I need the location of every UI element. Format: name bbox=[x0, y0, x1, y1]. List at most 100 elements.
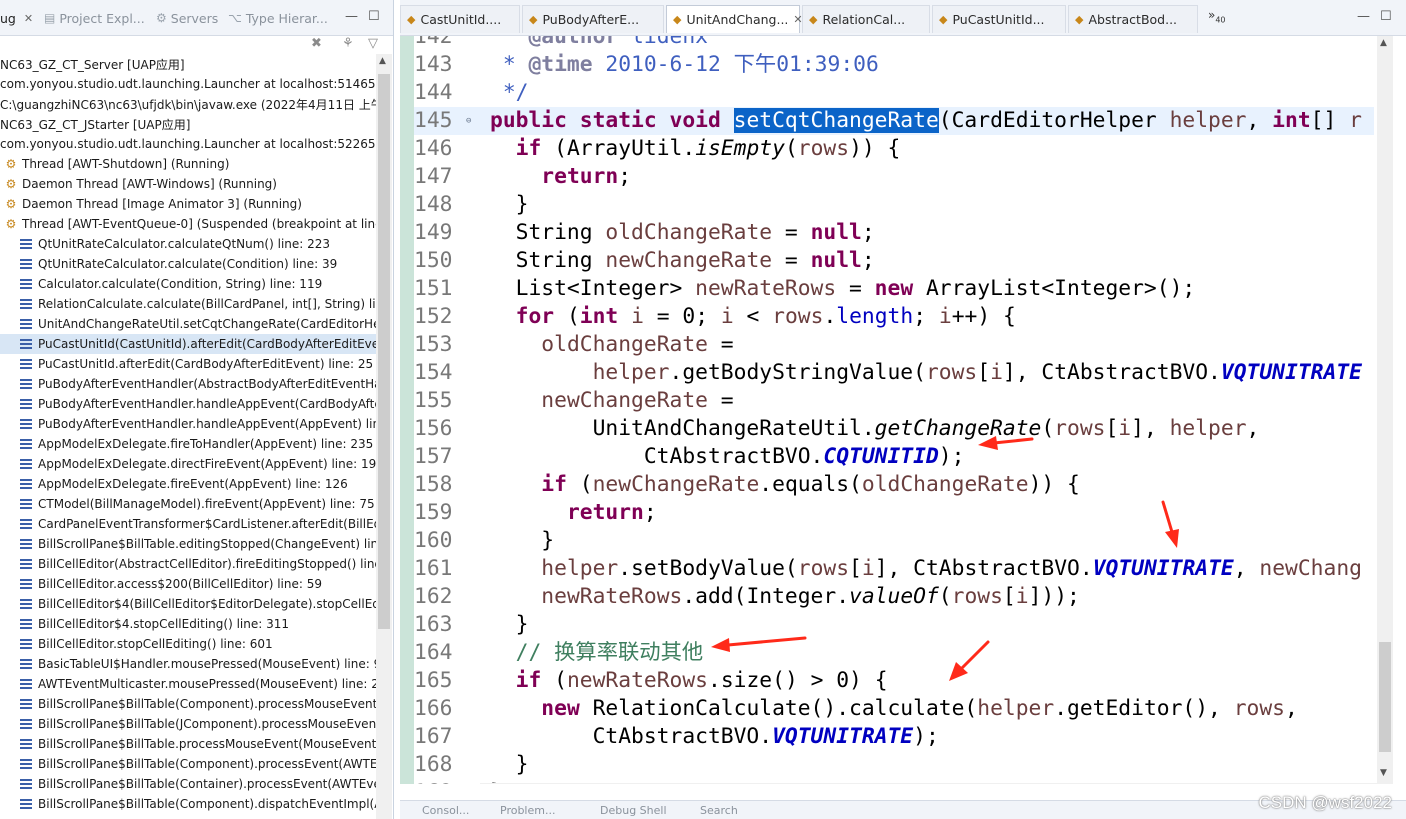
stack-frame-row[interactable]: PuBodyAfterEventHandler(AbstractBodyAfte… bbox=[0, 374, 376, 394]
code-line[interactable]: 152 for (int i = 0; i < rows.length; i++… bbox=[414, 303, 1374, 331]
tab-project-explorer[interactable]: ▤ Project Expl... bbox=[44, 8, 145, 28]
code-line[interactable]: 163 } bbox=[414, 611, 1374, 639]
stack-frame-row[interactable]: AWTEventMulticaster.mousePressed(MouseEv… bbox=[0, 674, 376, 694]
tree-item[interactable]: NC63_GZ_CT_Server [UAP应用] bbox=[0, 54, 376, 74]
code-line[interactable]: 161 helper.setBodyValue(rows[i], CtAbstr… bbox=[414, 555, 1374, 583]
fold-collapse-icon[interactable]: ⊖ bbox=[466, 107, 471, 135]
code-line[interactable]: 144 */ bbox=[414, 79, 1374, 107]
code-line[interactable]: 157 CtAbstractBVO.CQTUNITID); bbox=[414, 443, 1374, 471]
stack-frame-row[interactable]: CardPanelEventTransformer$CardListener.a… bbox=[0, 514, 376, 534]
stack-frame-row[interactable]: BillScrollPane$BillTable(Component).proc… bbox=[0, 754, 376, 774]
minimize-icon[interactable]: — bbox=[1357, 9, 1370, 24]
more-tabs-button[interactable]: »40 bbox=[1208, 8, 1226, 24]
scroll-thumb[interactable] bbox=[378, 74, 390, 629]
code-line[interactable]: 159 return; bbox=[414, 499, 1374, 527]
stack-frame-row[interactable]: BillScrollPane$BillTable(Container).proc… bbox=[0, 774, 376, 794]
view-menu-chevron-down-icon[interactable]: ▽ bbox=[368, 36, 378, 51]
code-line[interactable]: 151 List<Integer> newRateRows = new Arra… bbox=[414, 275, 1374, 303]
stack-frame-row[interactable]: BillCellEditor.stopCellEditing() line: 6… bbox=[0, 634, 376, 654]
code-line[interactable]: 154 helper.getBodyStringValue(rows[i], C… bbox=[414, 359, 1374, 387]
stack-frame-row[interactable]: AppModelExDelegate.fireEvent(AppEvent) l… bbox=[0, 474, 376, 494]
editor-tab[interactable]: ◆ UnitAndChang... ✕ bbox=[666, 5, 803, 33]
stack-frame-row[interactable]: QtUnitRateCalculator.calculateQtNum() li… bbox=[0, 234, 376, 254]
code-line[interactable]: 158 if (newChangeRate.equals(oldChangeRa… bbox=[414, 471, 1374, 499]
code-content: String newChangeRate = null; bbox=[478, 248, 875, 273]
stack-frame-row[interactable]: BillCellEditor(AbstractCellEditor).fireE… bbox=[0, 554, 376, 574]
code-line[interactable]: 160 } bbox=[414, 527, 1374, 555]
stack-frame-row[interactable]: PuCastUnitId(CastUnitId).afterEdit(CardB… bbox=[0, 334, 376, 354]
bottom-tab[interactable]: Consol... bbox=[422, 804, 469, 817]
tree-item[interactable]: ⚙ Daemon Thread [Image Animator 3] (Runni… bbox=[0, 194, 376, 214]
tree-item[interactable]: ⚙ Thread [AWT-Shutdown] (Running) bbox=[0, 154, 376, 174]
code-line[interactable]: 149 String oldChangeRate = null; bbox=[414, 219, 1374, 247]
tree-item[interactable]: NC63_GZ_CT_JStarter [UAP应用] bbox=[0, 114, 376, 134]
code-line[interactable]: 162 newRateRows.add(Integer.valueOf(rows… bbox=[414, 583, 1374, 611]
remove-terminated-icon[interactable]: ✖ bbox=[311, 36, 322, 51]
code-line[interactable]: 168 } bbox=[414, 751, 1374, 779]
code-line[interactable]: 156 UnitAndChangeRateUtil.getChangeRate(… bbox=[414, 415, 1374, 443]
tab-debug[interactable]: ug ✕ bbox=[0, 8, 33, 28]
close-icon[interactable]: ✕ bbox=[24, 12, 33, 25]
stack-frame-row[interactable]: BillScrollPane$BillTable(Component).disp… bbox=[0, 794, 376, 814]
stack-frame-row[interactable]: CTModel(BillManageModel).fireEvent(AppEv… bbox=[0, 494, 376, 514]
stack-frame-row[interactable]: QtUnitRateCalculator.calculate(Condition… bbox=[0, 254, 376, 274]
stack-frame-row[interactable]: BillScrollPane$BillTable(Component).proc… bbox=[0, 694, 376, 714]
overview-ruler[interactable] bbox=[1393, 36, 1406, 784]
stack-frame-row[interactable]: BillScrollPane$BillTable.editingStopped(… bbox=[0, 534, 376, 554]
stack-frame-row[interactable]: PuBodyAfterEventHandler.handleAppEvent(C… bbox=[0, 394, 376, 414]
tab-servers[interactable]: ⚙ Servers bbox=[156, 8, 218, 28]
stack-frame-row[interactable]: UnitAndChangeRateUtil.setCqtChangeRate(C… bbox=[0, 314, 376, 334]
tree-item[interactable]: ⚙ Thread [AWT-EventQueue-0] (Suspended (b… bbox=[0, 214, 376, 234]
stack-frame-row[interactable]: PuCastUnitId.afterEdit(CardBodyAfterEdit… bbox=[0, 354, 376, 374]
editor-tab[interactable]: ◆ RelationCal... bbox=[802, 5, 930, 33]
editor-tab[interactable]: ◆ PuCastUnitId... bbox=[932, 5, 1066, 33]
scroll-down-icon[interactable]: ▼ bbox=[1380, 768, 1387, 778]
tree-item[interactable]: ⚙ Daemon Thread [AWT-Windows] (Running) bbox=[0, 174, 376, 194]
editor-horizontal-scrollbar[interactable] bbox=[480, 783, 1378, 784]
stack-frame-row[interactable]: PuBodyAfterEventHandler.handleAppEvent(A… bbox=[0, 414, 376, 434]
tab-type-hierarchy[interactable]: ⌥ Type Hierar... bbox=[228, 8, 328, 28]
bottom-tab[interactable]: Problem... bbox=[500, 804, 555, 817]
editor-vertical-scrollbar[interactable]: ▲ ▼ bbox=[1377, 36, 1393, 784]
code-line[interactable]: 146 if (ArrayUtil.isEmpty(rows)) { bbox=[414, 135, 1374, 163]
bottom-tab[interactable]: Debug Shell bbox=[600, 804, 667, 817]
minimize-icon[interactable]: — bbox=[345, 9, 358, 24]
debug-tree-scrollbar[interactable]: ▲ bbox=[376, 54, 392, 819]
stack-frame-row[interactable]: RelationCalculate.calculate(BillCardPane… bbox=[0, 294, 376, 314]
code-line[interactable]: 155 newChangeRate = bbox=[414, 387, 1374, 415]
code-line[interactable]: 145 ⊖ public static void setCqtChangeRate(… bbox=[414, 107, 1374, 135]
filter-icon[interactable]: ⚘ bbox=[342, 36, 354, 51]
stack-frame-row[interactable]: BasicTableUI$Handler.mousePressed(MouseE… bbox=[0, 654, 376, 674]
tree-item[interactable]: com.yonyou.studio.udt.launching.Launcher… bbox=[0, 134, 376, 154]
stack-frame-row[interactable]: BillCellEditor$4.stopCellEditing() line:… bbox=[0, 614, 376, 634]
stack-frame-row[interactable]: BillScrollPane$BillTable(JComponent).pro… bbox=[0, 714, 376, 734]
tree-item[interactable]: com.yonyou.studio.udt.launching.Launcher… bbox=[0, 74, 376, 94]
editor-tab[interactable]: ◆ CastUnitId.... bbox=[400, 5, 520, 33]
editor-tab[interactable]: ◆ PuBodyAfterE... bbox=[522, 5, 664, 33]
stack-frame-row[interactable]: BillScrollPane$BillTable.processMouseEve… bbox=[0, 734, 376, 754]
code-line[interactable]: 166 new RelationCalculate().calculate(he… bbox=[414, 695, 1374, 723]
stack-frame-row[interactable]: BillCellEditor$4(BillCellEditor$EditorDe… bbox=[0, 594, 376, 614]
editor-tab[interactable]: ◆ AbstractBod... bbox=[1068, 5, 1198, 33]
code-line[interactable]: 143 * @time 2010-6-12 下午01:39:06 bbox=[414, 51, 1374, 79]
bottom-tab[interactable]: Search bbox=[700, 804, 738, 817]
scroll-thumb[interactable] bbox=[1379, 642, 1391, 752]
code-line[interactable]: 142 @author lidenx bbox=[414, 36, 1374, 51]
code-line[interactable]: 147 return; bbox=[414, 163, 1374, 191]
code-line[interactable]: 165 if (newRateRows.size() > 0) { bbox=[414, 667, 1374, 695]
code-line[interactable]: 164 // 换算率联动其他 bbox=[414, 639, 1374, 667]
stack-frame-row[interactable]: BillCellEditor.access$200(BillCellEditor… bbox=[0, 574, 376, 594]
stack-frame-row[interactable]: Calculator.calculate(Condition, String) … bbox=[0, 274, 376, 294]
scroll-up-icon[interactable]: ▲ bbox=[1380, 38, 1387, 48]
stack-frame-row[interactable]: AppModelExDelegate.directFireEvent(AppEv… bbox=[0, 454, 376, 474]
stack-frame-row[interactable]: AppModelExDelegate.fireToHandler(AppEven… bbox=[0, 434, 376, 454]
maximize-icon[interactable]: ☐ bbox=[1380, 9, 1392, 24]
code-line[interactable]: 150 String newChangeRate = null; bbox=[414, 247, 1374, 275]
java-editor[interactable]: 142 @author lidenx 143 * @time 2010-6-12 … bbox=[400, 36, 1406, 784]
code-line[interactable]: 167 CtAbstractBVO.VQTUNITRATE); bbox=[414, 723, 1374, 751]
tree-item[interactable]: C:\guangzhiNC63\nc63\ufjdk\bin\javaw.exe… bbox=[0, 94, 376, 114]
maximize-icon[interactable]: ☐ bbox=[368, 9, 380, 24]
code-line[interactable]: 148 } bbox=[414, 191, 1374, 219]
scroll-up-icon[interactable]: ▲ bbox=[379, 56, 386, 66]
code-line[interactable]: 153 oldChangeRate = bbox=[414, 331, 1374, 359]
